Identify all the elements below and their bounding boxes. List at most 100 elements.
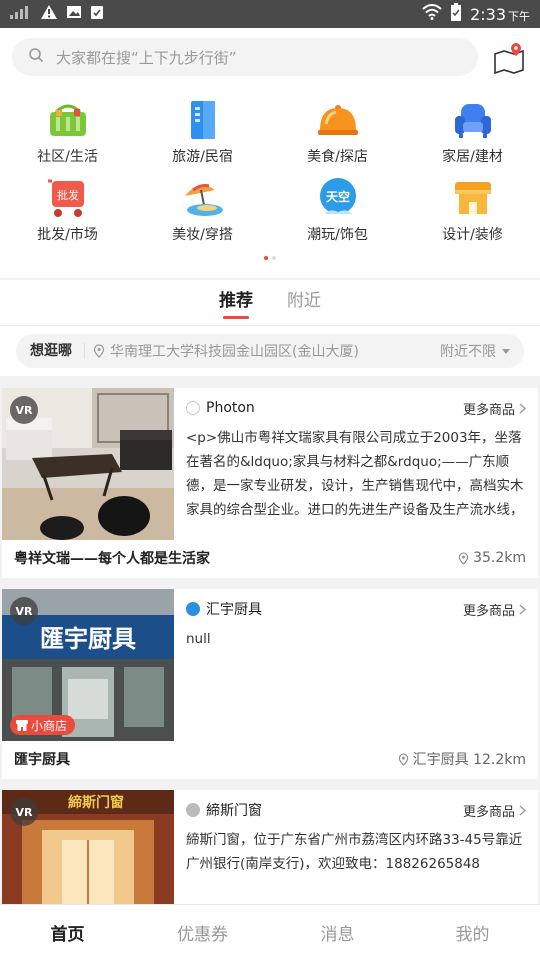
more-products-link[interactable]: 更多商品 xyxy=(463,600,526,619)
filter-label: 想逛哪 xyxy=(16,343,85,359)
wholesale-cart-icon: 批发 xyxy=(46,176,90,220)
shop-card[interactable]: 締斯门窗 VR 締斯门窗 更多商品 締斯门窗，位于广东省广州市荔湾区内环路33-… xyxy=(2,790,538,904)
shop-footer: 粤祥文瑞——每个人都是生活家 35.2km xyxy=(14,548,526,568)
brand-name: 締斯门窗 xyxy=(206,803,262,819)
shop-thumbnail-furniture[interactable]: VR xyxy=(2,388,174,540)
brand-row: Photon 更多商品 xyxy=(186,398,526,418)
more-products-label: 更多商品 xyxy=(462,402,515,418)
wifi-icon xyxy=(422,4,442,24)
vr-badge: VR xyxy=(10,798,38,826)
nav-home[interactable]: 首页 xyxy=(0,920,135,945)
category-design-decor[interactable]: 设计/装修 xyxy=(405,176,540,244)
category-label: 旅游/民宿 xyxy=(172,149,233,165)
location-pin-icon xyxy=(458,551,469,565)
more-products-link[interactable]: 更多商品 xyxy=(463,801,526,820)
status-bar: 2:33 下午 xyxy=(0,0,540,28)
chevron-right-icon xyxy=(519,603,526,615)
tiankong-badge-text: 天空 xyxy=(325,189,349,204)
category-home-building[interactable]: 家居/建材 xyxy=(405,98,540,166)
vr-badge: VR xyxy=(10,597,38,625)
category-trendy-accessories[interactable]: 天空 潮玩/饰包 xyxy=(270,176,405,244)
location-filter-bar: 想逛哪 华南理工大学科技园金山园区(金山大厦) 附近不限 xyxy=(0,326,540,376)
distance-range-dropdown[interactable]: 附近不限 xyxy=(440,341,524,361)
tab-nearby[interactable]: 附近 xyxy=(287,280,321,325)
shop-description: null xyxy=(186,631,211,647)
category-label: 批发/市场 xyxy=(37,227,98,243)
map-pin-icon xyxy=(494,43,524,75)
brand-row: 締斯门窗 更多商品 xyxy=(186,800,526,820)
beach-umbrella-icon xyxy=(181,176,225,220)
category-label: 潮玩/饰包 xyxy=(307,227,368,243)
bottom-navigation: 首页 优惠券 消息 我的 xyxy=(0,904,540,960)
feed-tabs: 推荐 附近 xyxy=(0,280,540,326)
search-icon xyxy=(28,47,44,67)
shop-description: 締斯门窗，位于广东省广州市荔湾区内环路33-45号靠近广州银行(南岸支行)，欢迎… xyxy=(186,832,523,872)
sofa-icon xyxy=(451,98,495,142)
location-pin-icon xyxy=(398,752,408,766)
battery-icon xyxy=(450,3,462,25)
chevron-right-icon xyxy=(519,804,526,816)
brand-logo-icon xyxy=(186,602,200,616)
brand-name: 汇宇厨具 xyxy=(206,602,262,618)
shop-icon xyxy=(16,719,28,731)
shop-name: 粤祥文瑞——每个人都是生活家 xyxy=(14,551,210,567)
category-beauty-outfit[interactable]: 美妆/穿搭 xyxy=(135,176,270,244)
distance-range-text: 附近不限 xyxy=(440,344,496,360)
wholesale-badge-text: 批发 xyxy=(57,188,79,202)
shop-footer: 匯宇厨具 汇宇厨具 12.2km xyxy=(14,749,526,769)
location-pin-icon xyxy=(93,344,105,358)
nav-coupons[interactable]: 优惠券 xyxy=(135,920,270,945)
shop-name: 匯宇厨具 xyxy=(14,752,70,768)
brand-logo-icon xyxy=(186,803,200,817)
shop-info: Photon 更多商品 <p>佛山市粤祥文瑞家具有限公司成立于2003年，坐落在… xyxy=(186,398,526,522)
distance-text: 35.2km xyxy=(473,550,526,566)
clock-ampm: 下午 xyxy=(508,9,530,23)
carousel-dot-active xyxy=(264,256,268,260)
chevron-right-icon xyxy=(519,402,526,414)
category-label: 美食/探店 xyxy=(307,149,368,165)
home-header: 大家都在搜“上下九步行街” 社区/生活 旅游/民宿 美食/探店 家居/建材 批发… xyxy=(0,28,540,278)
filter-address[interactable]: 华南理工大学科技园金山园区(金山大厦) xyxy=(93,341,440,361)
nav-messages[interactable]: 消息 xyxy=(270,920,405,945)
clock: 2:33 下午 xyxy=(470,5,530,24)
warning-icon xyxy=(40,4,58,24)
category-community-life[interactable]: 社区/生活 xyxy=(0,98,135,166)
clock-time: 2:33 xyxy=(470,4,506,24)
storefront-icon xyxy=(451,176,495,220)
storefront-sign-text: 匯宇厨具 xyxy=(40,625,136,653)
filter-address-text: 华南理工大学科技园金山园区(金山大厦) xyxy=(110,344,359,360)
carousel-indicator xyxy=(0,256,540,260)
shop-thumbnail-kitchen[interactable]: 匯宇厨具 VR 小商店 xyxy=(2,589,174,741)
tab-recommend[interactable]: 推荐 xyxy=(219,280,253,325)
category-travel-homestay[interactable]: 旅游/民宿 xyxy=(135,98,270,166)
more-products-label: 更多商品 xyxy=(462,804,515,820)
shop-description: <p>佛山市粤祥文瑞家具有限公司成立于2003年，坐落在著名的&ldquo;家具… xyxy=(186,430,524,518)
category-grid: 社区/生活 旅游/民宿 美食/探店 家居/建材 批发 批发/市场 美妆/穿搭 天… xyxy=(0,98,540,244)
category-label: 美妆/穿搭 xyxy=(172,227,233,243)
category-wholesale-market[interactable]: 批发 批发/市场 xyxy=(0,176,135,244)
location-filter[interactable]: 想逛哪 华南理工大学科技园金山园区(金山大厦) 附近不限 xyxy=(16,334,524,368)
signal-icon xyxy=(10,5,32,23)
brand-row: 汇宇厨具 更多商品 xyxy=(186,599,526,619)
image-icon xyxy=(66,4,82,24)
storefront-sign-text: 締斯门窗 xyxy=(68,794,124,811)
caret-down-icon xyxy=(502,348,510,354)
mini-shop-text: 小商店 xyxy=(31,718,68,733)
nav-profile[interactable]: 我的 xyxy=(405,920,540,945)
category-food-explore[interactable]: 美食/探店 xyxy=(270,98,405,166)
shop-distance: 汇宇厨具 12.2km xyxy=(398,749,526,769)
vr-badge: VR xyxy=(10,396,38,424)
brand-name: Photon xyxy=(206,400,255,416)
carousel-dot xyxy=(272,256,276,260)
shop-distance: 35.2km xyxy=(458,550,526,566)
shop-thumbnail-windows[interactable]: 締斯门窗 VR xyxy=(2,790,174,904)
shop-card[interactable]: 匯宇厨具 VR 小商店 汇宇厨具 更多商品 null 匯宇厨具 汇宇厨具 12.… xyxy=(2,589,538,779)
category-label: 社区/生活 xyxy=(37,149,98,165)
more-products-link[interactable]: 更多商品 xyxy=(463,399,526,418)
search-input[interactable]: 大家都在搜“上下九步行街” xyxy=(12,38,478,76)
shop-card[interactable]: VR Photon 更多商品 <p>佛山市粤祥文瑞家具有限公司成立于2003年，… xyxy=(2,388,538,578)
map-location-button[interactable] xyxy=(492,40,526,75)
food-cloche-icon xyxy=(316,98,360,142)
shop-info: 締斯门窗 更多商品 締斯门窗，位于广东省广州市荔湾区内环路33-45号靠近广州银… xyxy=(186,800,526,904)
shop-info: 汇宇厨具 更多商品 null xyxy=(186,599,526,723)
